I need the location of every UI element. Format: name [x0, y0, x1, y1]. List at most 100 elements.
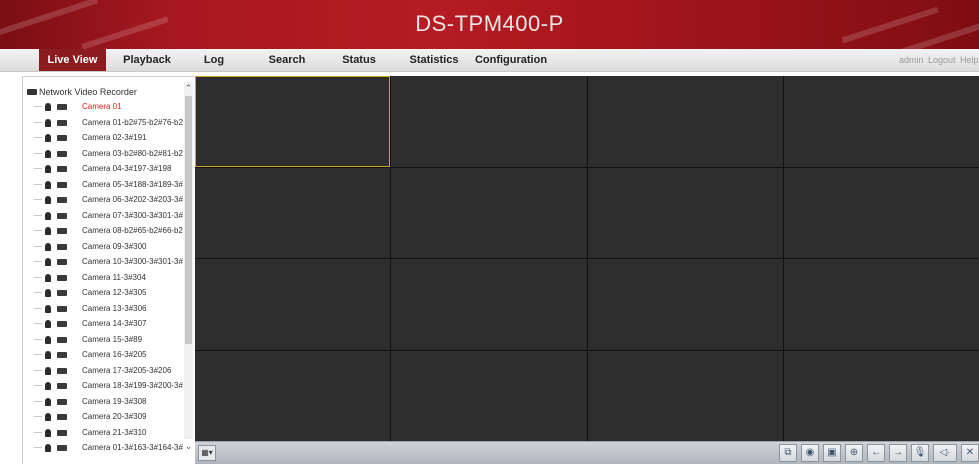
- tree-connector-icon: [34, 431, 42, 433]
- camera-item[interactable]: Camera 01-3#163-3#164-3#...: [23, 441, 183, 455]
- camera-icon: [45, 149, 51, 158]
- video-window[interactable]: [391, 350, 587, 441]
- camera-label: Camera 18-3#199-3#200-3#...: [82, 381, 183, 390]
- camera-label: Camera 21-3#310: [82, 427, 147, 437]
- previous-page-icon[interactable]: ←: [867, 444, 885, 462]
- tab-live-view[interactable]: Live View: [39, 49, 106, 71]
- volume-icon[interactable]: ◁·: [933, 444, 957, 462]
- help-link[interactable]: Help: [960, 49, 979, 71]
- camera-item[interactable]: Camera 02-3#191: [23, 131, 183, 145]
- tab-status[interactable]: Status: [337, 49, 381, 71]
- record-status-icon: [57, 429, 67, 436]
- camera-item[interactable]: Camera 16-3#205: [23, 348, 183, 362]
- video-window[interactable]: [587, 76, 783, 167]
- camera-item[interactable]: Camera 09-3#300: [23, 240, 183, 254]
- nvr-root-node[interactable]: Network Video Recorder: [27, 86, 137, 98]
- camera-icon: [45, 242, 51, 251]
- video-window[interactable]: [195, 76, 391, 167]
- camera-item[interactable]: Camera 03-b2#80-b2#81-b2...: [23, 147, 183, 161]
- tree-scroll-thumb[interactable]: [185, 96, 192, 344]
- camera-icon: [45, 366, 51, 375]
- scroll-down-icon[interactable]: ⌄: [184, 440, 193, 452]
- next-page-icon[interactable]: →: [889, 444, 907, 462]
- camera-icon: [45, 428, 51, 437]
- main-nav: Live View Playback Log Search Status Sta…: [0, 49, 979, 72]
- video-window[interactable]: [195, 350, 391, 441]
- camera-item[interactable]: Camera 20-3#309: [23, 410, 183, 424]
- record-status-icon: [57, 445, 67, 451]
- tab-search[interactable]: Search: [263, 49, 311, 71]
- camera-tree-panel: Network Video Recorder Camera 01 Camera 0…: [22, 76, 196, 464]
- tree-connector-icon: [34, 214, 42, 216]
- tree-connector-icon: [34, 369, 42, 371]
- camera-item[interactable]: Camera 11-3#304: [23, 271, 183, 285]
- record-status-icon: [57, 398, 67, 405]
- video-window[interactable]: [783, 350, 979, 441]
- camera-label: Camera 02-3#191: [82, 133, 147, 142]
- digital-zoom-icon[interactable]: ⊕: [845, 444, 863, 462]
- camera-label: Camera 01: [82, 102, 122, 111]
- camera-item[interactable]: Camera 01: [23, 100, 183, 114]
- camera-item[interactable]: Camera 06-3#202-3#203-3#...: [23, 193, 183, 207]
- video-window[interactable]: [391, 259, 587, 350]
- camera-item[interactable]: Camera 08-b2#65-b2#66-b2...: [23, 224, 183, 238]
- camera-item[interactable]: Camera 12-3#305: [23, 286, 183, 300]
- close-icon[interactable]: ✕: [961, 444, 979, 462]
- camera-icon: [45, 320, 51, 328]
- record-status-icon: [57, 321, 67, 327]
- camera-item[interactable]: Camera 04-3#197-3#198: [23, 162, 183, 176]
- camera-item[interactable]: Camera 17-3#205-3#206: [23, 364, 183, 378]
- camera-label: Camera 05-3#188-3#189-3#...: [82, 179, 183, 189]
- tab-log[interactable]: Log: [196, 49, 232, 71]
- video-window[interactable]: [783, 259, 979, 350]
- record-icon[interactable]: ▣: [823, 444, 841, 462]
- record-status-icon: [57, 135, 67, 141]
- video-window[interactable]: [587, 167, 783, 258]
- video-window[interactable]: [783, 167, 979, 258]
- live-view-toolbar: ▦▾ ⧉ ◉ ▣ ⊕ ← → 🎙 ◁· ✕: [195, 441, 979, 464]
- camera-label: Camera 10-3#300-3#301-3#...: [82, 257, 183, 266]
- video-window[interactable]: [587, 350, 783, 441]
- video-window[interactable]: [195, 259, 391, 350]
- camera-item[interactable]: Camera 14-3#307: [23, 317, 183, 331]
- video-window[interactable]: [391, 76, 587, 167]
- camera-icon: [45, 258, 51, 266]
- stop-all-preview-icon[interactable]: ⧉: [779, 444, 797, 462]
- video-window[interactable]: [391, 167, 587, 258]
- logout-link[interactable]: Logout: [928, 49, 956, 71]
- record-status-icon: [57, 181, 67, 188]
- record-status-icon: [57, 274, 67, 281]
- tab-statistics[interactable]: Statistics: [404, 49, 464, 71]
- camera-item[interactable]: Camera 15-3#89: [23, 333, 183, 347]
- camera-icon: [45, 444, 51, 452]
- camera-item[interactable]: Camera 19-3#308: [23, 395, 183, 409]
- video-window[interactable]: [783, 76, 979, 167]
- camera-label: Camera 14-3#307: [82, 319, 147, 328]
- window-layout-icon[interactable]: ▦▾: [198, 445, 216, 461]
- video-window[interactable]: [195, 167, 391, 258]
- camera-icon: [45, 289, 51, 297]
- camera-item[interactable]: Camera 10-3#300-3#301-3#...: [23, 255, 183, 269]
- camera-label: Camera 19-3#308: [82, 396, 147, 406]
- tab-configuration[interactable]: Configuration: [470, 49, 552, 71]
- camera-icon: [45, 165, 51, 173]
- camera-item[interactable]: Camera 07-3#300-3#301-3#...: [23, 209, 183, 223]
- camera-item[interactable]: Camera 01-b2#75-b2#76-b2...: [23, 116, 183, 130]
- record-status-icon: [57, 243, 67, 250]
- camera-item[interactable]: Camera 13-3#306: [23, 302, 183, 316]
- tree-connector-icon: [34, 276, 42, 278]
- camera-item[interactable]: Camera 21-3#310: [23, 426, 183, 440]
- camera-icon: [45, 335, 51, 344]
- record-status-icon: [57, 414, 67, 420]
- tree-connector-icon: [34, 338, 42, 340]
- tab-playback[interactable]: Playback: [115, 49, 179, 71]
- record-status-icon: [57, 197, 67, 203]
- video-window[interactable]: [587, 259, 783, 350]
- tree-connector-icon: [34, 121, 42, 123]
- camera-item[interactable]: Camera 18-3#199-3#200-3#...: [23, 379, 183, 393]
- capture-icon[interactable]: ◉: [801, 444, 819, 462]
- scroll-up-icon[interactable]: ⌃: [184, 82, 193, 94]
- camera-item[interactable]: Camera 05-3#188-3#189-3#...: [23, 178, 183, 192]
- microphone-icon[interactable]: 🎙: [911, 444, 929, 462]
- camera-label: Camera 16-3#205: [82, 350, 147, 359]
